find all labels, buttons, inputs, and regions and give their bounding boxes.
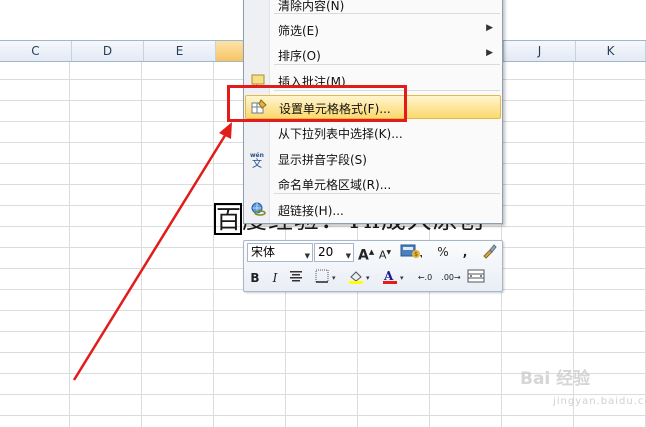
watermark-url: jingyan.baidu.com	[553, 396, 646, 407]
watermark-logo: Bai 经验	[520, 369, 591, 389]
excel-window: CDEJK 百度经验：Th晟大原创 清除内容(N)筛选(E)▶排序(O)▶插入批…	[0, 0, 646, 427]
annotation-arrow	[72, 122, 232, 381]
